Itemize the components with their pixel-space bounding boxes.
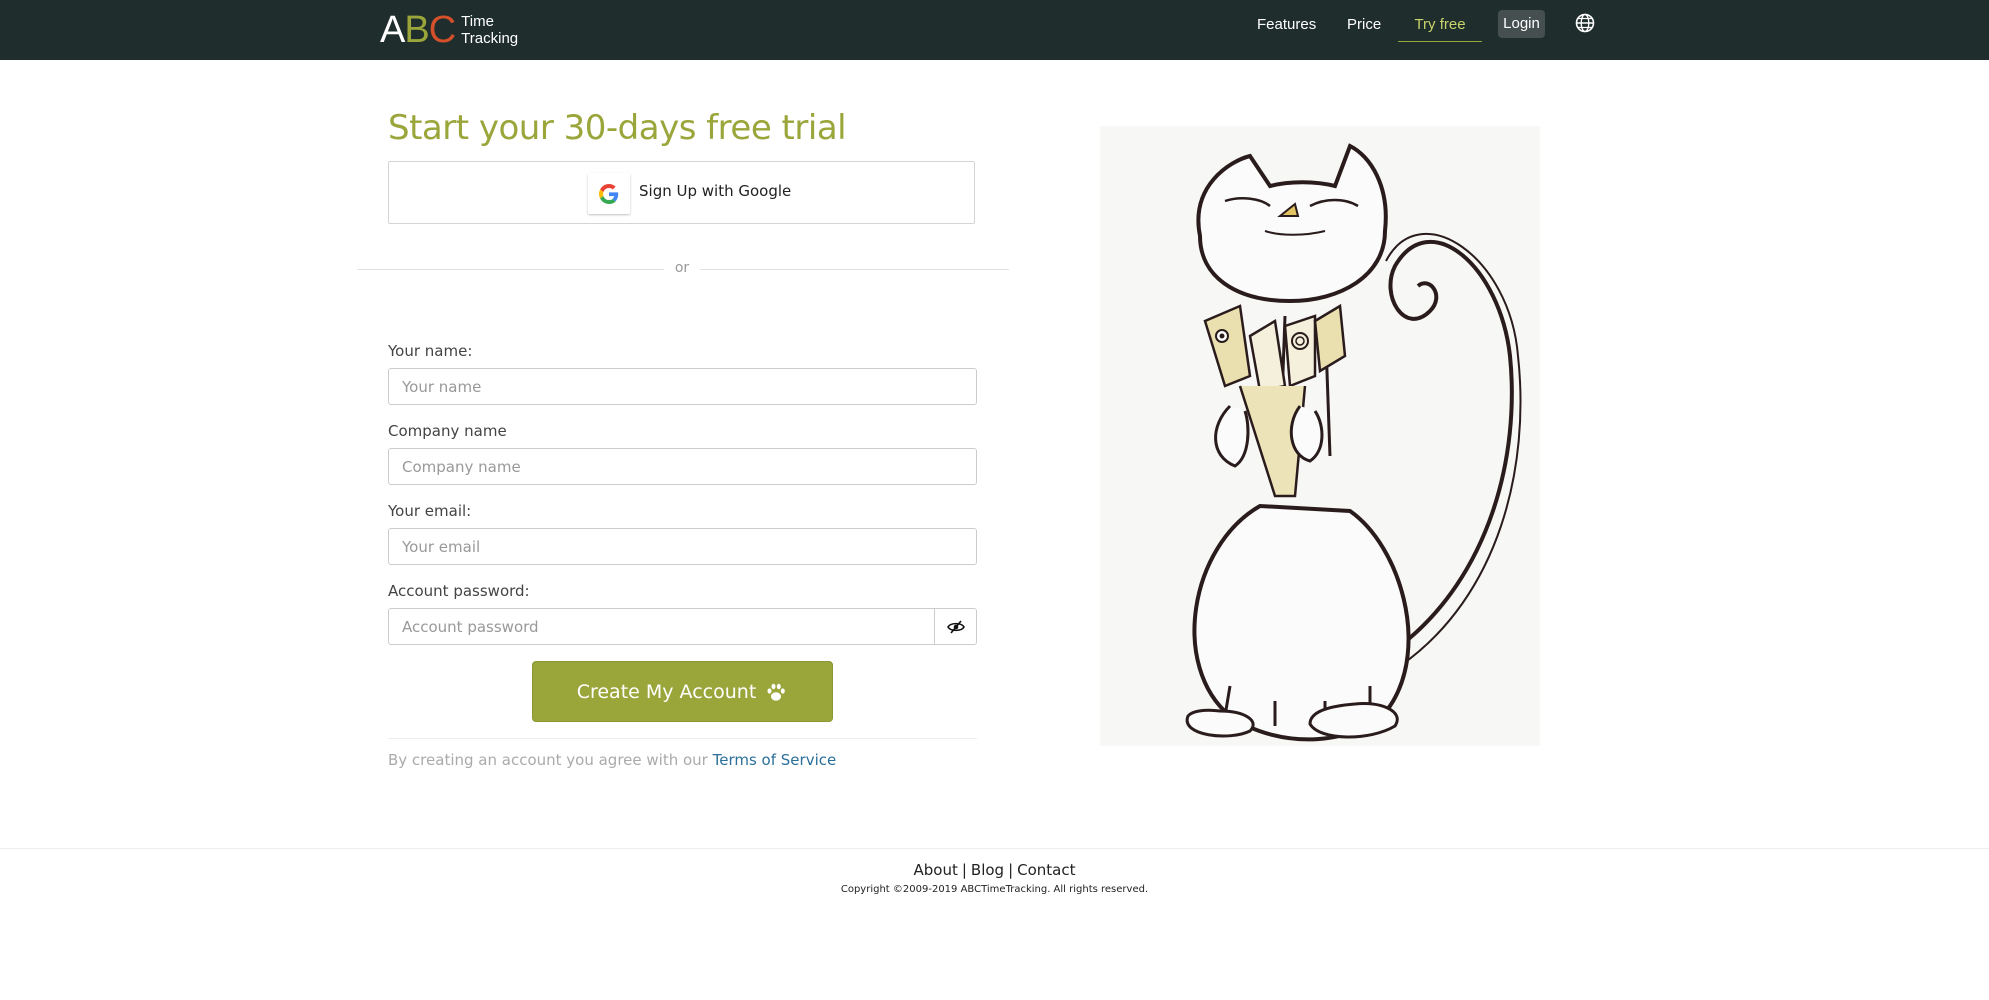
- terms-of-service-link[interactable]: Terms of Service: [713, 751, 837, 769]
- email-label: Your email:: [388, 502, 472, 520]
- nav-price-link[interactable]: Price: [1347, 12, 1381, 38]
- footer-blog-link[interactable]: Blog: [971, 861, 1004, 879]
- terms-notice: By creating an account you agree with ou…: [388, 751, 836, 769]
- google-signup-button[interactable]: Sign Up with Google: [388, 161, 975, 224]
- google-logo-icon: [588, 173, 630, 214]
- create-account-label: Create My Account: [576, 680, 757, 703]
- cat-with-fish-illustration: [1100, 126, 1540, 746]
- eye-slash-icon: [946, 619, 965, 634]
- logo-text: Time Tracking: [461, 13, 518, 47]
- logo-letters: ABC: [380, 9, 456, 51]
- logo-text-line2: Tracking: [461, 30, 519, 47]
- password-input[interactable]: [388, 608, 936, 645]
- top-navigation-bar: ABC Time Tracking Features Price Try fre…: [0, 0, 1989, 60]
- company-label: Company name: [388, 422, 507, 440]
- company-input[interactable]: [388, 448, 977, 485]
- footer-about-link[interactable]: About: [913, 861, 957, 879]
- logo-text-line1: Time: [461, 13, 494, 30]
- paw-icon: [767, 683, 786, 701]
- footer-divider: [0, 848, 1989, 849]
- password-label: Account password:: [388, 582, 530, 600]
- logo-letter-b: B: [404, 9, 429, 51]
- nav-features-link[interactable]: Features: [1257, 12, 1316, 38]
- page-title: Start your 30-days free trial: [388, 108, 847, 148]
- separator-line: [388, 738, 977, 739]
- name-input[interactable]: [388, 368, 977, 405]
- nav-try-free-link[interactable]: Try free: [1398, 12, 1482, 42]
- logo[interactable]: ABC Time Tracking: [380, 8, 518, 52]
- google-signup-label: Sign Up with Google: [639, 182, 792, 200]
- footer-separator: |: [1008, 861, 1014, 879]
- footer-links: About | Blog | Contact: [0, 861, 1989, 879]
- terms-prefix-text: By creating an account you agree with ou…: [388, 751, 708, 769]
- globe-icon[interactable]: [1575, 13, 1595, 33]
- copyright-text: Copyright ©2009-2019 ABCTimeTracking. Al…: [840, 884, 1149, 895]
- create-account-button[interactable]: Create My Account: [532, 661, 833, 722]
- toggle-password-visibility-button[interactable]: [934, 608, 977, 645]
- logo-letter-c: C: [428, 9, 456, 51]
- footer-contact-link[interactable]: Contact: [1017, 861, 1075, 879]
- divider-or-text: or: [664, 260, 700, 276]
- nav-login-button[interactable]: Login: [1498, 10, 1545, 38]
- footer-separator: |: [961, 861, 967, 879]
- logo-letter-a: A: [380, 9, 405, 51]
- name-label: Your name:: [388, 342, 473, 360]
- email-input[interactable]: [388, 528, 977, 565]
